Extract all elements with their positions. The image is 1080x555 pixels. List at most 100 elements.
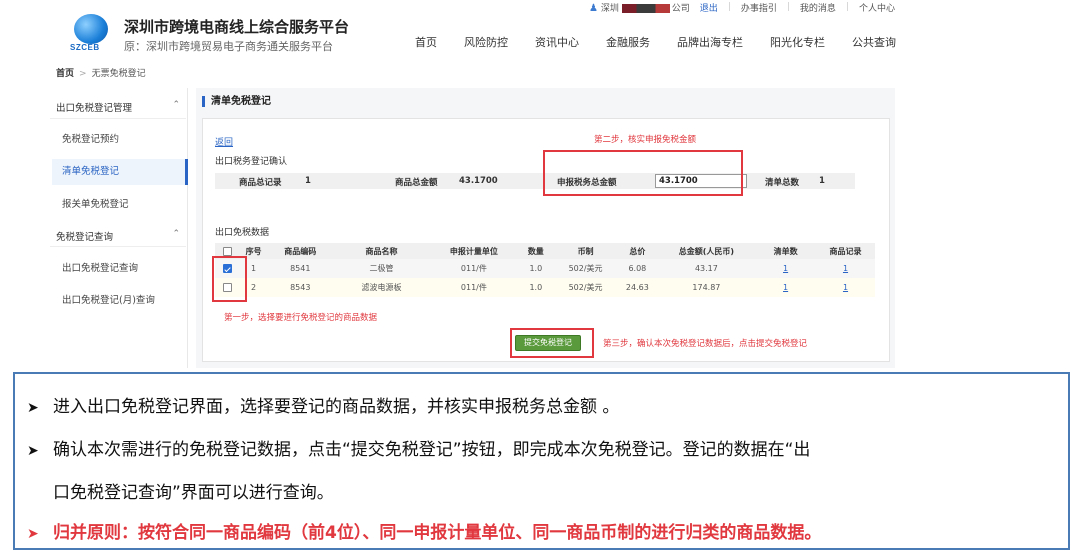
sidebar-group-label: 出口免税登记管理 bbox=[56, 103, 133, 114]
cell-name: 滤波电源板 bbox=[332, 278, 431, 297]
total-records-label: 商品总记录 bbox=[239, 178, 282, 188]
main-nav: 首页 风险防控 资讯中心 金融服务 品牌出海专栏 阳光化专栏 公共查询 bbox=[415, 34, 923, 50]
note-text: 确认本次需进行的免税登记数据，点击“提交免税登记”按钮，即完成本次免税登记。登记… bbox=[53, 440, 811, 460]
divider bbox=[50, 118, 186, 119]
cell-rmb: 174.87 bbox=[657, 278, 756, 297]
sidebar-group-label: 免税登记查询 bbox=[56, 232, 114, 243]
site-logo[interactable]: SZCEB bbox=[70, 14, 114, 58]
sidebar-item-list-registration[interactable]: 清单免税登记 bbox=[52, 159, 188, 185]
note-item-continued: 口免税登记查询”界面可以进行查询。 bbox=[53, 483, 334, 503]
col-lists: 清单数 bbox=[755, 243, 817, 259]
note-item-principle: ➤ 归并原则：按符合同一商品编码（前4位）、同一申报计量单位、同一商品币制的进行归… bbox=[27, 518, 821, 543]
list-total-value: 1 bbox=[819, 176, 825, 186]
notes-box: ➤ 进入出口免税登记界面，选择要登记的商品数据，并核实申报税务总金额 。 ➤ 确认本… bbox=[13, 372, 1070, 550]
annotation-step2: 第二步，核实申报免税金额 bbox=[594, 135, 697, 145]
site-header: SZCEB 深圳市跨境电商线上综合服务平台 原：深圳市跨境贸易电子商务通关服务平… bbox=[40, 12, 896, 62]
records-link[interactable]: 1 bbox=[843, 264, 848, 273]
nav-brand[interactable]: 品牌出海专栏 bbox=[677, 34, 743, 50]
arrow-bullet-icon: ➤ bbox=[27, 443, 39, 459]
nav-sunshine[interactable]: 阳光化专栏 bbox=[770, 34, 825, 50]
sidebar-item-customs-registration[interactable]: 报关单免税登记 bbox=[62, 192, 188, 218]
breadcrumb-current: 无票免税登记 bbox=[91, 69, 146, 79]
total-amount-value: 43.1700 bbox=[459, 176, 498, 186]
sidebar-group-management[interactable]: 出口免税登记管理 ⌃ bbox=[56, 100, 186, 114]
col-price: 总价 bbox=[617, 243, 658, 259]
select-all-checkbox[interactable] bbox=[222, 246, 232, 256]
cell-records: 1 bbox=[816, 278, 875, 297]
divider: | bbox=[786, 2, 790, 12]
cell-qty: 1.0 bbox=[517, 259, 555, 278]
logo-text: SZCEB bbox=[70, 43, 100, 52]
main-content: 清单免税登记 返回 出口税务登记确认 商品总记录 1 商品总金额 43.1700… bbox=[196, 88, 895, 368]
note-item: ➤ 进入出口免税登记界面，选择要登记的商品数据，并核实申报税务总金额 。 bbox=[27, 392, 619, 417]
page-title: 清单免税登记 bbox=[202, 96, 271, 107]
nav-public-query[interactable]: 公共查询 bbox=[852, 34, 896, 50]
list-total-label: 清单总数 bbox=[765, 178, 800, 188]
export-data-table: 序号 商品编码 商品名称 申报计量单位 数量 币制 总价 总金额(人民币) 清单… bbox=[215, 243, 875, 297]
cell-records: 1 bbox=[816, 259, 875, 278]
divider bbox=[50, 246, 186, 247]
note-text: 归并原则：按符合同一商品编码（前4位）、同一申报计量单位、同一商品币制的进行归类… bbox=[53, 523, 822, 543]
annotation-box-step2 bbox=[543, 150, 743, 196]
lists-link[interactable]: 1 bbox=[783, 264, 788, 273]
site-title: 深圳市跨境电商线上综合服务平台 bbox=[124, 18, 350, 36]
cell-name: 二极管 bbox=[332, 259, 431, 278]
site-subtitle: 原：深圳市跨境贸易电子商务通关服务平台 bbox=[124, 40, 333, 53]
table-row[interactable]: 1 8541 二极管 011/件 1.0 502/美元 6.08 43.17 1… bbox=[215, 259, 875, 278]
col-records: 商品记录 bbox=[816, 243, 875, 259]
breadcrumb-home[interactable]: 首页 bbox=[56, 69, 74, 79]
cell-currency: 502/美元 bbox=[554, 259, 618, 278]
annotation-step3: 第三步，确认本次免税登记数据后，点击提交免税登记 bbox=[603, 339, 808, 349]
lists-link[interactable]: 1 bbox=[783, 283, 788, 292]
confirm-section-title: 出口税务登记确认 bbox=[215, 157, 288, 167]
annotation-box-step1 bbox=[212, 256, 247, 302]
col-rmb: 总金额(人民币) bbox=[657, 243, 756, 259]
breadcrumb: 首页 > 无票免税登记 bbox=[56, 66, 146, 79]
arrow-bullet-icon: ➤ bbox=[27, 400, 39, 416]
col-name: 商品名称 bbox=[332, 243, 431, 259]
cell-lists: 1 bbox=[755, 278, 817, 297]
cell-unit: 011/件 bbox=[430, 259, 518, 278]
cell-price: 24.63 bbox=[617, 278, 658, 297]
col-currency: 币制 bbox=[554, 243, 618, 259]
annotation-step1: 第一步，选择要进行免税登记的商品数据 bbox=[224, 313, 378, 323]
chevron-up-icon: ⌃ bbox=[172, 100, 180, 110]
sidebar-group-query[interactable]: 免税登记查询 ⌃ bbox=[56, 229, 186, 243]
globe-icon bbox=[74, 14, 108, 44]
cell-price: 6.08 bbox=[617, 259, 658, 278]
sidebar-item-export-query[interactable]: 出口免税登记查询 bbox=[62, 256, 188, 282]
data-section-title: 出口免税数据 bbox=[215, 228, 270, 238]
divider: | bbox=[845, 2, 849, 12]
nav-news[interactable]: 资讯中心 bbox=[535, 34, 579, 50]
sidebar-item-appointment[interactable]: 免税登记预约 bbox=[62, 127, 188, 153]
sidebar: 出口免税登记管理 ⌃ 免税登记预约 清单免税登记 报关单免税登记 免税登记查询 … bbox=[40, 88, 188, 368]
back-link[interactable]: 返回 bbox=[215, 135, 233, 148]
confirm-bar: 商品总记录 1 商品总金额 43.1700 申报税务总金额 清单总数 1 bbox=[215, 173, 855, 189]
chevron-up-icon: ⌃ bbox=[172, 229, 180, 239]
col-qty: 数量 bbox=[517, 243, 555, 259]
cell-code: 8543 bbox=[267, 278, 333, 297]
chevron-right-icon: > bbox=[79, 69, 87, 79]
total-records-value: 1 bbox=[305, 176, 311, 186]
cell-currency: 502/美元 bbox=[554, 278, 618, 297]
nav-risk-control[interactable]: 风险防控 bbox=[464, 34, 508, 50]
total-amount-label: 商品总金额 bbox=[395, 178, 438, 188]
nav-finance[interactable]: 金融服务 bbox=[606, 34, 650, 50]
arrow-bullet-icon: ➤ bbox=[27, 526, 39, 542]
cell-qty: 1.0 bbox=[517, 278, 555, 297]
col-unit: 申报计量单位 bbox=[430, 243, 518, 259]
note-text: 进入出口免税登记界面，选择要登记的商品数据，并核实申报税务总金额 。 bbox=[53, 397, 620, 417]
sidebar-item-monthly-query[interactable]: 出口免税登记(月)查询 bbox=[62, 288, 188, 314]
note-item: ➤ 确认本次需进行的免税登记数据，点击“提交免税登记”按钮，即完成本次免税登记。登… bbox=[27, 435, 810, 460]
nav-home[interactable]: 首页 bbox=[415, 34, 437, 50]
col-code: 商品编码 bbox=[267, 243, 333, 259]
cell-unit: 011/件 bbox=[430, 278, 518, 297]
annotation-box-step3 bbox=[510, 328, 594, 358]
divider: | bbox=[727, 2, 731, 12]
cell-rmb: 43.17 bbox=[657, 259, 756, 278]
cell-code: 8541 bbox=[267, 259, 333, 278]
screenshot-area: ♟ 深圳 公司 退出 | 办事指引 | 我的消息 | 个人中心 SZCEB 深圳… bbox=[40, 0, 896, 368]
cell-lists: 1 bbox=[755, 259, 817, 278]
table-row[interactable]: 2 8543 滤波电源板 011/件 1.0 502/美元 24.63 174.… bbox=[215, 278, 875, 297]
records-link[interactable]: 1 bbox=[843, 283, 848, 292]
